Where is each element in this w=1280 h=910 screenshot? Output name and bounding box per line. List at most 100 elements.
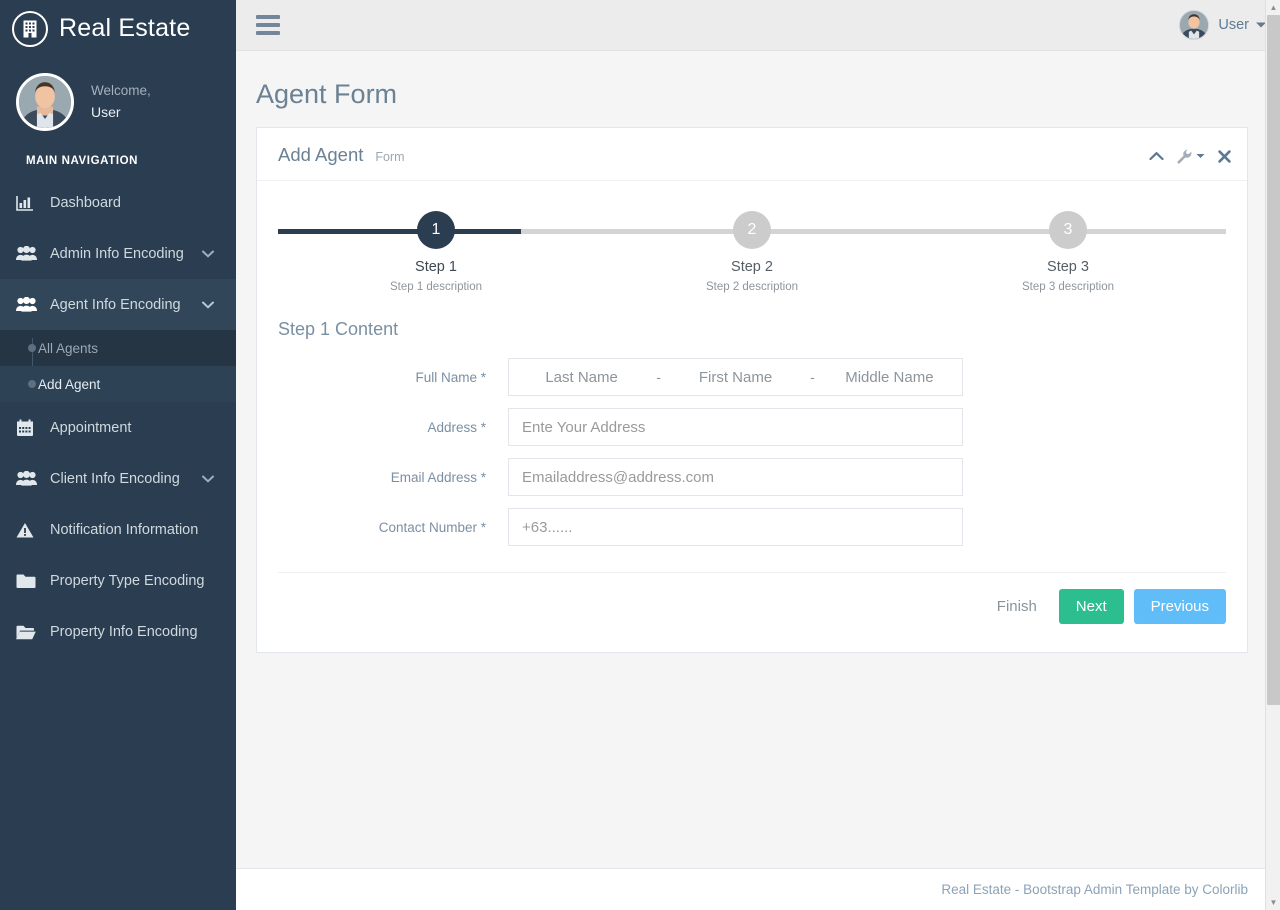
users-icon [16, 471, 42, 486]
form-row-full-name: Full Name * - - [278, 358, 1226, 396]
wrench-icon[interactable] [1177, 149, 1205, 164]
sidebar-subitem-label: Add Agent [38, 377, 100, 392]
sidebar-item-label: Property Type Encoding [50, 573, 205, 589]
step-circle[interactable]: 2 [733, 211, 771, 249]
previous-button[interactable]: Previous [1134, 589, 1226, 624]
card-subtitle: Form [375, 150, 404, 164]
calendar-icon [16, 419, 42, 437]
contact-number-label: Contact Number * [278, 520, 508, 535]
sidebar-item-property-info-encoding[interactable]: Property Info Encoding [0, 606, 236, 657]
warning-triangle-icon [16, 522, 42, 538]
sidebar-item-client-info-encoding[interactable]: Client Info Encoding [0, 453, 236, 504]
sidebar-item-label: Dashboard [50, 195, 121, 211]
middle-name-input[interactable] [817, 359, 962, 395]
email-input[interactable] [508, 458, 963, 496]
next-button[interactable]: Next [1059, 589, 1124, 624]
hamburger-icon[interactable] [256, 15, 280, 35]
chevron-down-icon [202, 301, 214, 309]
user-menu[interactable]: User [1179, 10, 1266, 40]
name-separator: - [808, 369, 817, 385]
bullet-icon [28, 344, 36, 352]
sidebar-group-property-type: Property Type Encoding [0, 555, 236, 606]
name-separator: - [654, 369, 663, 385]
sidebar-item-dashboard[interactable]: Dashboard [0, 177, 236, 228]
page-footer: Real Estate - Bootstrap Admin Template b… [236, 868, 1280, 910]
chevron-down-icon [202, 475, 214, 483]
step-label: Step 1 [415, 259, 457, 275]
sidebar: Real Estate Welcome, User MAIN NAVIGATIO… [0, 0, 236, 910]
sidebar-item-label: Notification Information [50, 522, 198, 538]
users-icon [16, 297, 42, 312]
sidebar-item-label: Property Info Encoding [50, 624, 198, 640]
last-name-input[interactable] [509, 359, 654, 395]
full-name-label: Full Name * [278, 370, 508, 385]
card-header: Add Agent Form [257, 128, 1247, 181]
sidebar-group-appointment: Appointment [0, 402, 236, 453]
stepper-step-2[interactable]: 2 Step 2 Step 2 description [594, 211, 910, 293]
folder-open-icon [16, 624, 42, 640]
card-tools [1149, 149, 1231, 164]
form-actions: Finish Next Previous [278, 572, 1226, 642]
sidebar-item-appointment[interactable]: Appointment [0, 402, 236, 453]
page-scrollbar[interactable]: ▲ ▼ [1265, 0, 1280, 910]
scroll-thumb[interactable] [1267, 15, 1280, 705]
footer-text: Real Estate - Bootstrap Admin Template b… [941, 882, 1248, 897]
content-area: Agent Form Add Agent Form [236, 51, 1280, 868]
sidebar-group-agent-info: Agent Info Encoding All Agents Add Agent [0, 279, 236, 402]
welcome-label: Welcome, [91, 81, 151, 102]
sidebar-item-add-agent[interactable]: Add Agent [0, 366, 236, 402]
finish-button[interactable]: Finish [980, 589, 1049, 624]
sidebar-item-admin-info-encoding[interactable]: Admin Info Encoding [0, 228, 236, 279]
sidebar-profile: Welcome, User [0, 57, 236, 149]
topbar: User [236, 0, 1280, 51]
step-description: Step 2 description [706, 281, 798, 293]
email-label: Email Address * [278, 470, 508, 485]
step-label: Step 3 [1047, 259, 1089, 275]
step-circle[interactable]: 3 [1049, 211, 1087, 249]
address-input[interactable] [508, 408, 963, 446]
sidebar-group-admin-info: Admin Info Encoding [0, 228, 236, 279]
sidebar-item-notification-information[interactable]: Notification Information [0, 504, 236, 555]
sidebar-subitem-label: All Agents [38, 341, 98, 356]
sidebar-group-dashboard: Dashboard [0, 177, 236, 228]
sidebar-item-label: Appointment [50, 420, 131, 436]
chevron-down-icon [202, 250, 214, 258]
agent-form-card: Add Agent Form [256, 127, 1248, 653]
first-name-input[interactable] [663, 359, 808, 395]
full-name-group: - - [508, 358, 963, 396]
sidebar-item-label: Client Info Encoding [50, 471, 180, 487]
sidebar-group-property-info: Property Info Encoding [0, 606, 236, 657]
contact-number-input[interactable] [508, 508, 963, 546]
bar-chart-icon [16, 195, 42, 211]
profile-username: User [91, 102, 151, 124]
sidebar-item-all-agents[interactable]: All Agents [0, 330, 236, 366]
building-icon [12, 11, 48, 47]
scroll-up-arrow[interactable]: ▲ [1266, 0, 1280, 15]
user-menu-label: User [1218, 17, 1249, 33]
card-body: 1 Step 1 Step 1 description 2 Step 2 Ste… [257, 181, 1247, 652]
step-description: Step 1 description [390, 281, 482, 293]
sidebar-item-label: Agent Info Encoding [50, 297, 181, 313]
sidebar-item-label: Admin Info Encoding [50, 246, 184, 262]
form-row-contact: Contact Number * [278, 508, 1226, 546]
sidebar-item-property-type-encoding[interactable]: Property Type Encoding [0, 555, 236, 606]
step-circle[interactable]: 1 [417, 211, 455, 249]
avatar [16, 73, 74, 131]
brand-logo[interactable]: Real Estate [0, 0, 236, 57]
card-title: Add Agent [278, 144, 363, 166]
close-icon[interactable] [1218, 150, 1231, 163]
sidebar-group-client-info: Client Info Encoding [0, 453, 236, 504]
stepper-step-3[interactable]: 3 Step 3 Step 3 description [910, 211, 1226, 293]
bullet-icon [28, 380, 36, 388]
app-root: Real Estate Welcome, User MAIN NAVIGATIO… [0, 0, 1280, 910]
sidebar-submenu-agent-info: All Agents Add Agent [0, 330, 236, 402]
page-title: Agent Form [256, 79, 1248, 110]
nav-section-header: MAIN NAVIGATION [0, 149, 236, 177]
brand-name: Real Estate [59, 14, 190, 43]
address-label: Address * [278, 420, 508, 435]
stepper-step-1[interactable]: 1 Step 1 Step 1 description [278, 211, 594, 293]
sidebar-item-agent-info-encoding[interactable]: Agent Info Encoding [0, 279, 236, 330]
collapse-icon[interactable] [1149, 151, 1164, 161]
scroll-down-arrow[interactable]: ▼ [1266, 895, 1280, 910]
folder-icon [16, 573, 42, 589]
